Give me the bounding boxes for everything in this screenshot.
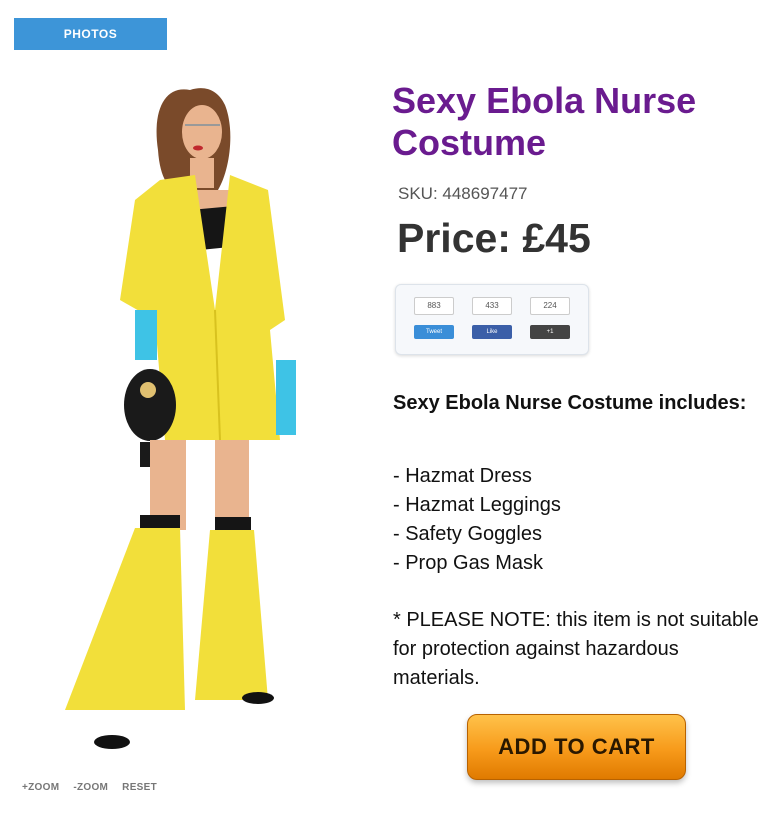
social-share-box: 883 Tweet 433 Like 224 +1 <box>395 284 589 355</box>
zoom-out-button[interactable]: -ZOOM <box>73 782 108 793</box>
list-item: - Hazmat Leggings <box>393 494 561 516</box>
product-photo <box>65 88 296 749</box>
tweet-widget[interactable]: 883 Tweet <box>414 297 454 339</box>
zoom-controls: +ZOOM -ZOOM RESET <box>22 782 157 793</box>
list-item: - Hazmat Dress <box>393 465 532 487</box>
list-item: - Safety Goggles <box>393 523 542 545</box>
reset-button[interactable]: RESET <box>122 782 157 793</box>
list-item: - Prop Gas Mask <box>393 552 544 574</box>
like-count: 433 <box>472 297 512 315</box>
zoom-in-button[interactable]: +ZOOM <box>22 782 59 793</box>
product-sku: SKU: 448697477 <box>398 184 528 203</box>
photos-tab[interactable]: PHOTOS <box>14 18 167 50</box>
includes-heading: Sexy Ebola Nurse Costume includes: <box>393 392 747 414</box>
product-title: Sexy Ebola Nurse Costume <box>392 80 697 163</box>
plusone-button[interactable]: +1 <box>530 325 570 339</box>
tweet-count: 883 <box>414 297 454 315</box>
tweet-button[interactable]: Tweet <box>414 325 454 339</box>
like-widget[interactable]: 433 Like <box>472 297 512 339</box>
plusone-widget[interactable]: 224 +1 <box>530 297 570 339</box>
plusone-count: 224 <box>530 297 570 315</box>
included-items-list: - Hazmat Dress - Hazmat Leggings - Safet… <box>393 462 561 578</box>
product-price: Price: £45 <box>397 215 591 261</box>
like-button[interactable]: Like <box>472 325 512 339</box>
safety-note: * PLEASE NOTE: this item is not suitable… <box>393 609 759 689</box>
add-to-cart-button[interactable]: ADD TO CART <box>467 714 686 780</box>
